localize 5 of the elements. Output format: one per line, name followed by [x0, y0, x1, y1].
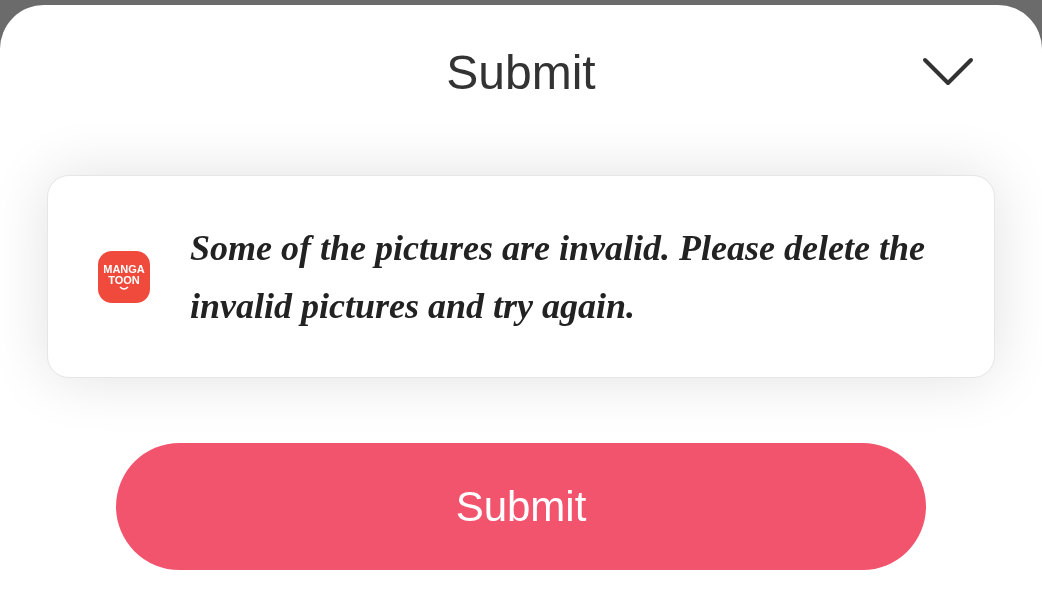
submit-button[interactable]: Submit: [116, 443, 926, 570]
collapse-chevron-icon[interactable]: [922, 57, 974, 87]
app-logo: MANGA TOON: [98, 250, 150, 303]
toast-message: Some of the pictures are invalid. Please delete the invalid pictures and try again.: [190, 226, 926, 328]
sheet-title: Submit: [446, 45, 596, 101]
